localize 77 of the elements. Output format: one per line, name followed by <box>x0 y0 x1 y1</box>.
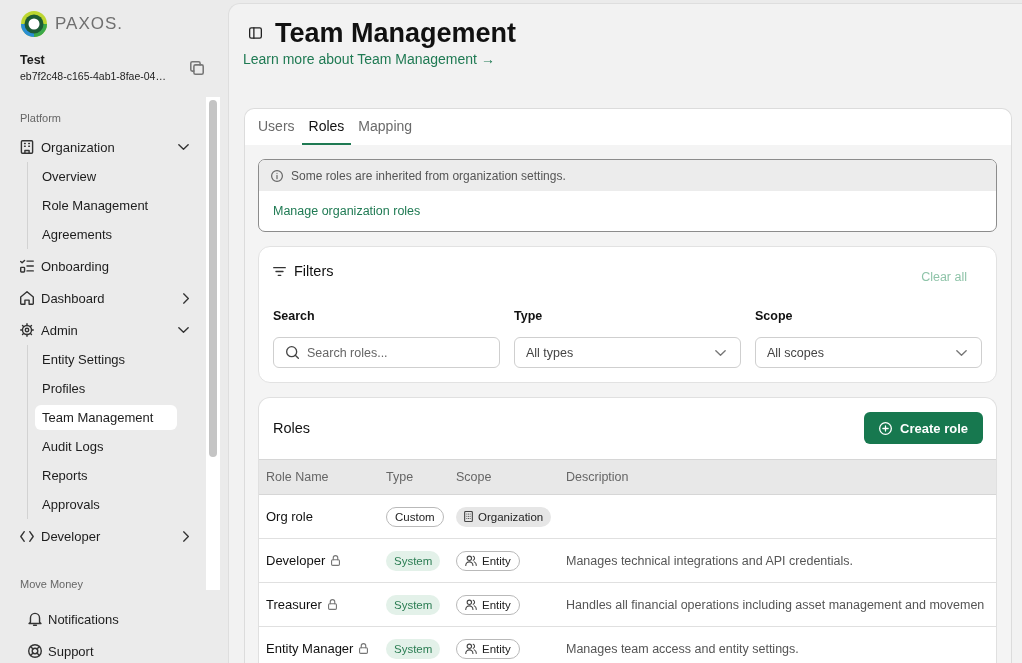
scope-label: Organization <box>478 510 544 523</box>
nav-item[interactable]: Entity Settings <box>35 347 177 372</box>
panel-icon[interactable] <box>249 27 262 39</box>
nav-item[interactable]: Team Management <box>35 405 177 430</box>
role-name: Developer <box>266 553 326 568</box>
create-role-button[interactable]: Create role <box>864 412 983 444</box>
search-icon <box>286 346 299 359</box>
type-badge: System <box>386 638 441 659</box>
link[interactable]: Manage organization roles <box>273 204 421 218</box>
nav-item[interactable]: Organization <box>14 132 192 162</box>
tab[interactable]: Users <box>251 109 302 145</box>
role-name: Org role <box>266 509 313 524</box>
field-label: Type <box>514 308 543 324</box>
settings-icon <box>20 323 34 337</box>
type-badge: System <box>386 594 441 615</box>
people-icon <box>465 643 477 654</box>
column-header: Role Name <box>266 470 329 484</box>
scope-label: Entity <box>482 598 511 611</box>
nav-item[interactable]: Overview <box>35 164 177 189</box>
people-icon <box>465 599 477 610</box>
nav-item[interactable]: Role Management <box>35 193 177 218</box>
account-name: Test <box>20 53 45 68</box>
section-label: Move Money <box>20 577 83 590</box>
type-badge: Custom <box>386 506 444 527</box>
brand-wordmark: PAXOS. <box>55 14 124 34</box>
code-icon <box>20 530 34 542</box>
column-header: Type <box>386 470 414 484</box>
type-badge: System <box>386 550 441 571</box>
scope-label: Entity <box>482 554 511 567</box>
nav-item[interactable]: Notifications <box>22 607 125 631</box>
building-icon <box>20 140 34 154</box>
home-icon <box>20 291 34 305</box>
scrollbar[interactable] <box>206 97 220 590</box>
description-text: Manages technical integrations and API credentials. <box>566 553 853 568</box>
nav-item[interactable]: Admin <box>14 315 192 345</box>
building-icon <box>464 511 473 522</box>
field-label: Search <box>273 308 315 324</box>
nav-item[interactable]: Reports <box>35 463 177 488</box>
chevron-down-icon <box>956 349 967 356</box>
logo-icon <box>20 10 48 38</box>
search-field[interactable]: Search roles... <box>273 337 500 368</box>
learn-more-link[interactable]: Learn more about Team Management → <box>243 50 495 68</box>
column-header: Description <box>566 470 629 484</box>
bell-icon <box>28 612 42 626</box>
tab[interactable]: Mapping <box>351 109 420 145</box>
role-name: Treasurer <box>266 597 322 612</box>
copy-icon[interactable] <box>190 61 204 75</box>
roles-title: Roles <box>273 420 311 436</box>
nav-item[interactable]: Approvals <box>35 492 177 517</box>
lifebuoy-icon <box>28 644 42 658</box>
dropdown[interactable]: All scopes <box>755 337 982 368</box>
column-header: Scope <box>456 470 492 484</box>
scope-label: Entity <box>482 642 511 655</box>
section-label: Platform <box>20 111 61 125</box>
checklist-icon <box>20 259 34 273</box>
nav-item[interactable]: Audit Logs <box>35 434 177 459</box>
field-label: Scope <box>755 308 793 324</box>
description-text: Manages team access and entity settings. <box>566 641 799 656</box>
scrollbar-thumb[interactable] <box>209 100 217 457</box>
filter-icon <box>273 266 286 276</box>
dropdown[interactable]: All types <box>514 337 741 368</box>
chevron-down-icon <box>715 349 726 356</box>
nav-item[interactable]: Onboarding <box>14 251 192 281</box>
nav-item[interactable]: Developer <box>14 521 192 551</box>
description-text: Handles all financial operations including asset management and movemen <box>566 597 985 612</box>
nav-item[interactable]: Support <box>22 639 100 663</box>
role-name: Entity Manager <box>266 641 354 656</box>
plus-circle-icon <box>879 421 893 435</box>
filters-title: Filters <box>294 263 334 279</box>
account-id: eb7f2c48-c165-4ab1-8fae-04… <box>20 69 166 83</box>
notice-text: Some roles are inherited from organization settings. <box>291 168 566 183</box>
info-icon <box>271 169 283 182</box>
nav-item[interactable]: Agreements <box>35 222 177 247</box>
nav-item[interactable]: Dashboard <box>14 283 192 313</box>
nav-item[interactable]: Profiles <box>35 376 177 401</box>
people-icon <box>465 555 477 566</box>
page-title: Team Management <box>275 17 517 49</box>
